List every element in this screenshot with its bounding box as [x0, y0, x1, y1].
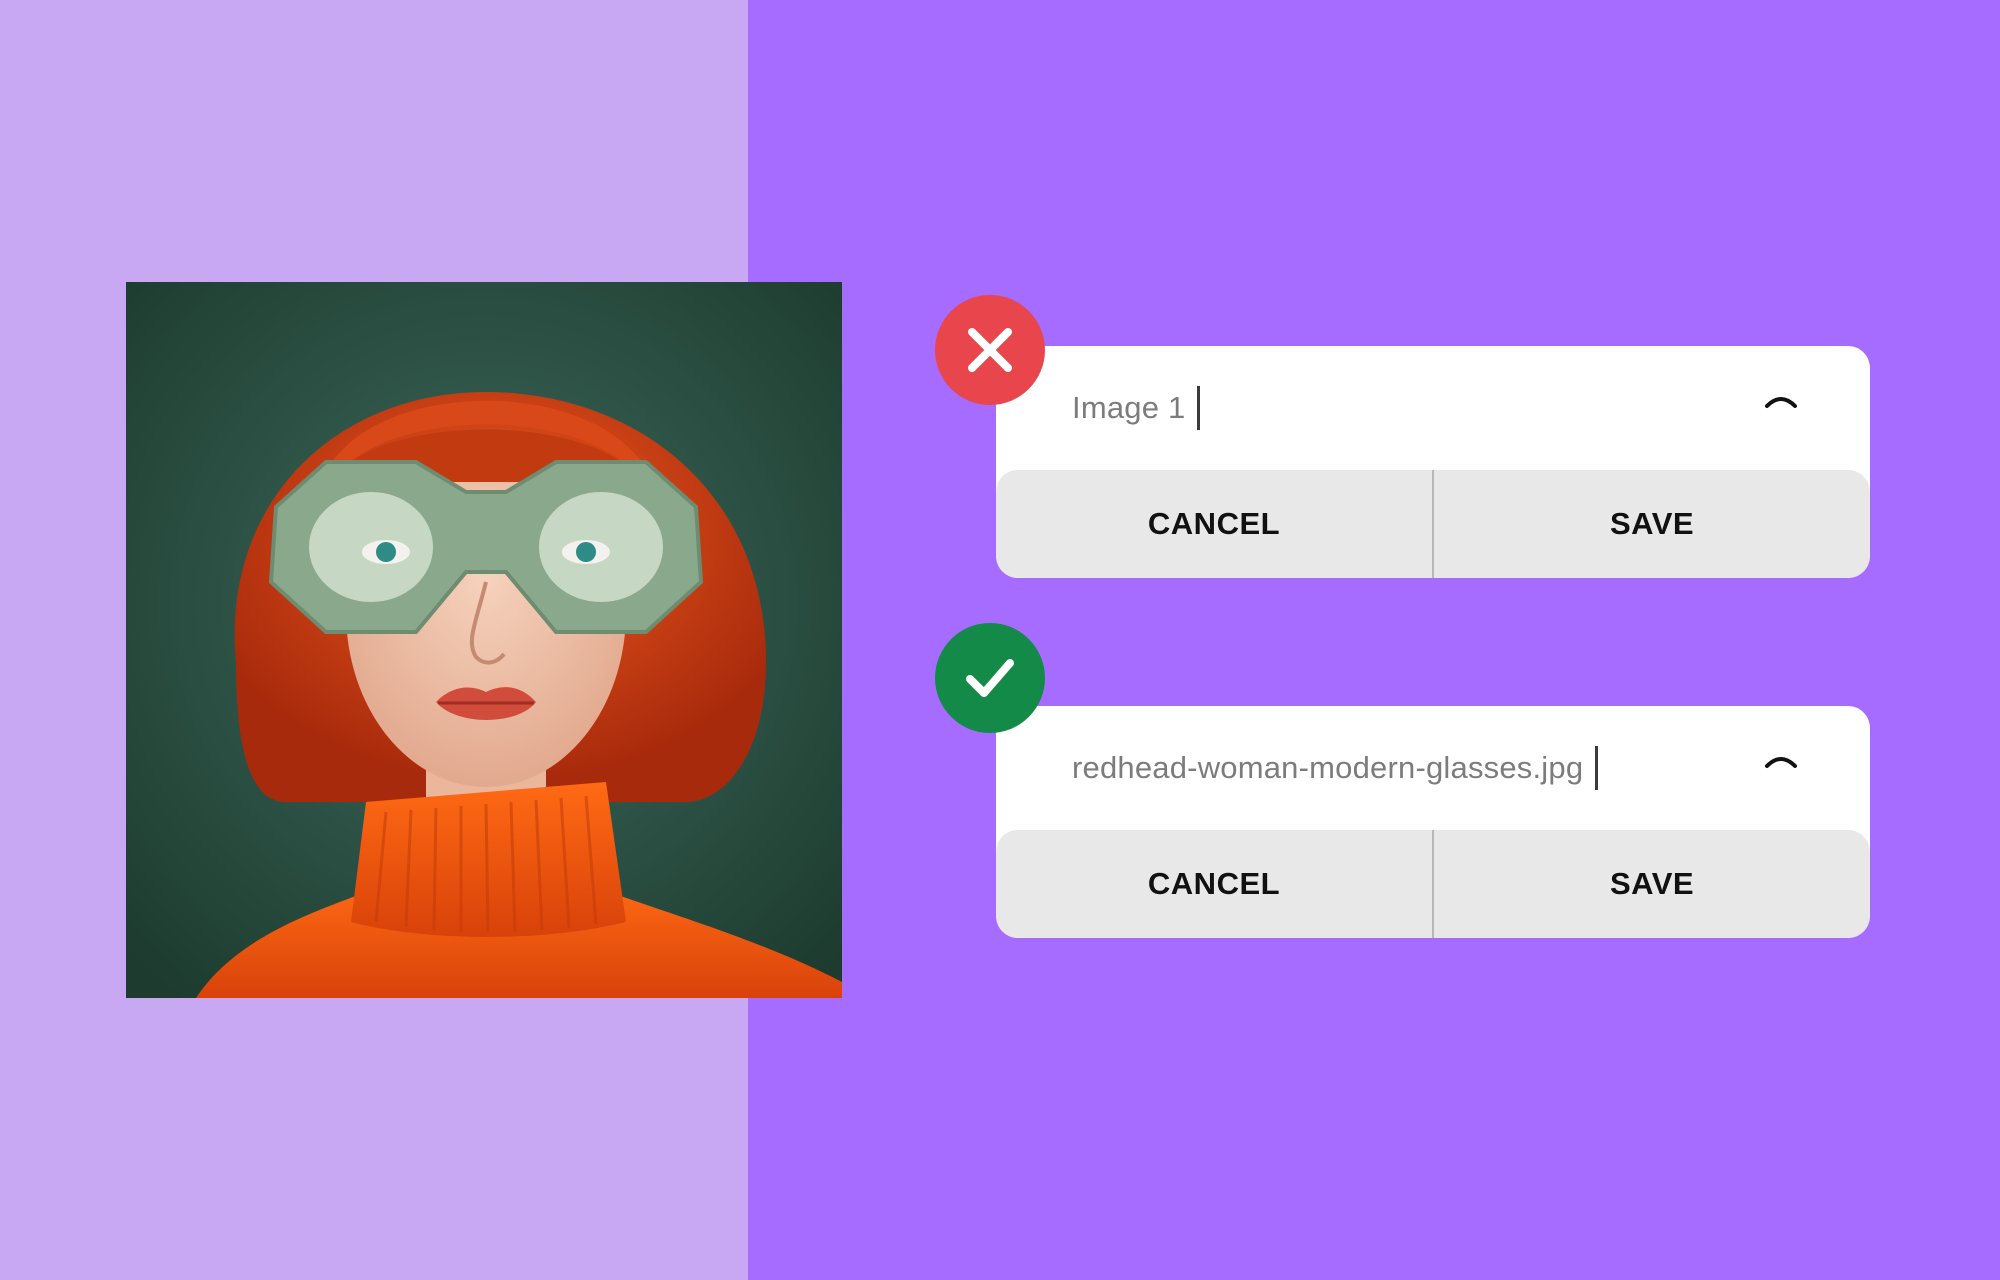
filename-input[interactable]: Image 1 [996, 346, 1870, 470]
filename-value: Image 1 [1072, 390, 1186, 425]
text-cursor [1197, 386, 1201, 430]
error-badge [935, 295, 1045, 405]
chevron-up-icon[interactable] [1764, 748, 1798, 772]
text-cursor [1595, 746, 1599, 790]
rename-dialog-good: redhead-woman-modern-glasses.jpg CANCEL … [996, 706, 1870, 938]
background-right-panel [748, 0, 2000, 1280]
filename-value: redhead-woman-modern-glasses.jpg [1072, 750, 1584, 785]
button-row: CANCEL SAVE [996, 470, 1870, 578]
close-icon [968, 328, 1012, 372]
filename-input[interactable]: redhead-woman-modern-glasses.jpg [996, 706, 1870, 830]
save-button[interactable]: SAVE [1434, 470, 1870, 578]
check-icon [966, 659, 1014, 697]
button-row: CANCEL SAVE [996, 830, 1870, 938]
rename-dialog-bad: Image 1 CANCEL SAVE [996, 346, 1870, 578]
cancel-button[interactable]: CANCEL [996, 830, 1432, 938]
cancel-button[interactable]: CANCEL [996, 470, 1432, 578]
chevron-up-icon[interactable] [1764, 388, 1798, 412]
portrait-image [126, 282, 842, 998]
save-button[interactable]: SAVE [1434, 830, 1870, 938]
success-badge [935, 623, 1045, 733]
